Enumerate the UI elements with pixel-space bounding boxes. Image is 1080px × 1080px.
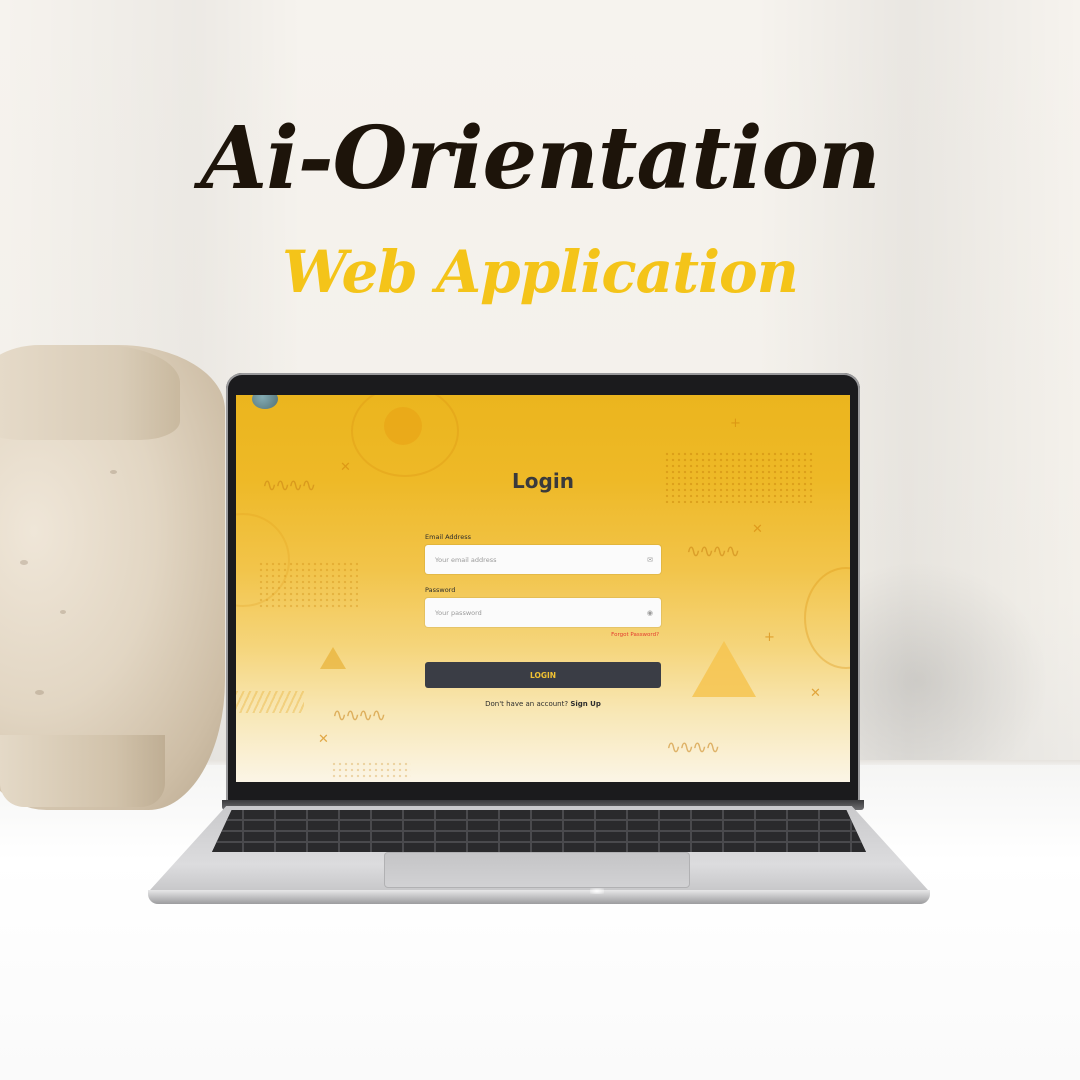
- email-input[interactable]: [433, 554, 648, 565]
- decor-cross: ✕: [752, 522, 763, 537]
- laptop-screen: ✕ ✕ ✕ ✕ + + ∿∿∿∿ ∿∿∿∿ ∿∿∿∿ ∿∿∿∿ Login Em…: [236, 395, 850, 782]
- envelope-icon: ✉: [647, 555, 653, 564]
- hero-subtitle: Web Application: [282, 238, 799, 306]
- decor-cross: ✕: [810, 686, 821, 701]
- email-label: Email Address: [425, 533, 471, 541]
- login-button[interactable]: LOGIN: [425, 662, 661, 688]
- light-reflection: [590, 888, 604, 894]
- signup-row: Don't have an account? Sign Up: [236, 700, 850, 708]
- app-logo-icon: [252, 395, 278, 409]
- signup-link[interactable]: Sign Up: [570, 700, 601, 708]
- vase-base: [0, 735, 165, 807]
- laptop-trackpad: [384, 852, 690, 888]
- password-label: Password: [425, 586, 456, 594]
- decor-plus: +: [730, 416, 741, 431]
- vase-neck: [0, 345, 180, 440]
- decor-wave: ∿∿∿∿: [666, 737, 720, 758]
- decor-dot-grid: [331, 761, 411, 779]
- vase-texture: [110, 470, 117, 474]
- decor-wave: ∿∿∿∿: [332, 705, 386, 726]
- email-field[interactable]: ✉: [425, 545, 661, 574]
- vase-texture: [35, 690, 44, 695]
- decor-plus: +: [764, 630, 775, 645]
- decor-cross: ✕: [318, 732, 329, 747]
- password-field[interactable]: ◉: [425, 598, 661, 627]
- decor-circle: [384, 407, 422, 445]
- laptop-shadow: [860, 560, 1050, 760]
- vase-texture: [20, 560, 28, 565]
- vase-texture: [60, 610, 66, 614]
- decor-ring: [804, 567, 850, 669]
- decor-triangle: [320, 647, 346, 669]
- forgot-password-link[interactable]: Forgot Password?: [425, 632, 659, 638]
- decor-wave: ∿∿∿∿: [686, 541, 740, 562]
- password-input[interactable]: [433, 607, 647, 618]
- eye-icon[interactable]: ◉: [647, 609, 653, 617]
- keyboard-rows: [212, 810, 866, 852]
- login-heading: Login: [512, 469, 574, 493]
- hero-title: Ai-Orientation: [200, 108, 881, 209]
- signup-prompt: Don't have an account?: [485, 700, 569, 708]
- laptop-front-edge: [148, 890, 930, 904]
- decor-triangle: [692, 641, 756, 697]
